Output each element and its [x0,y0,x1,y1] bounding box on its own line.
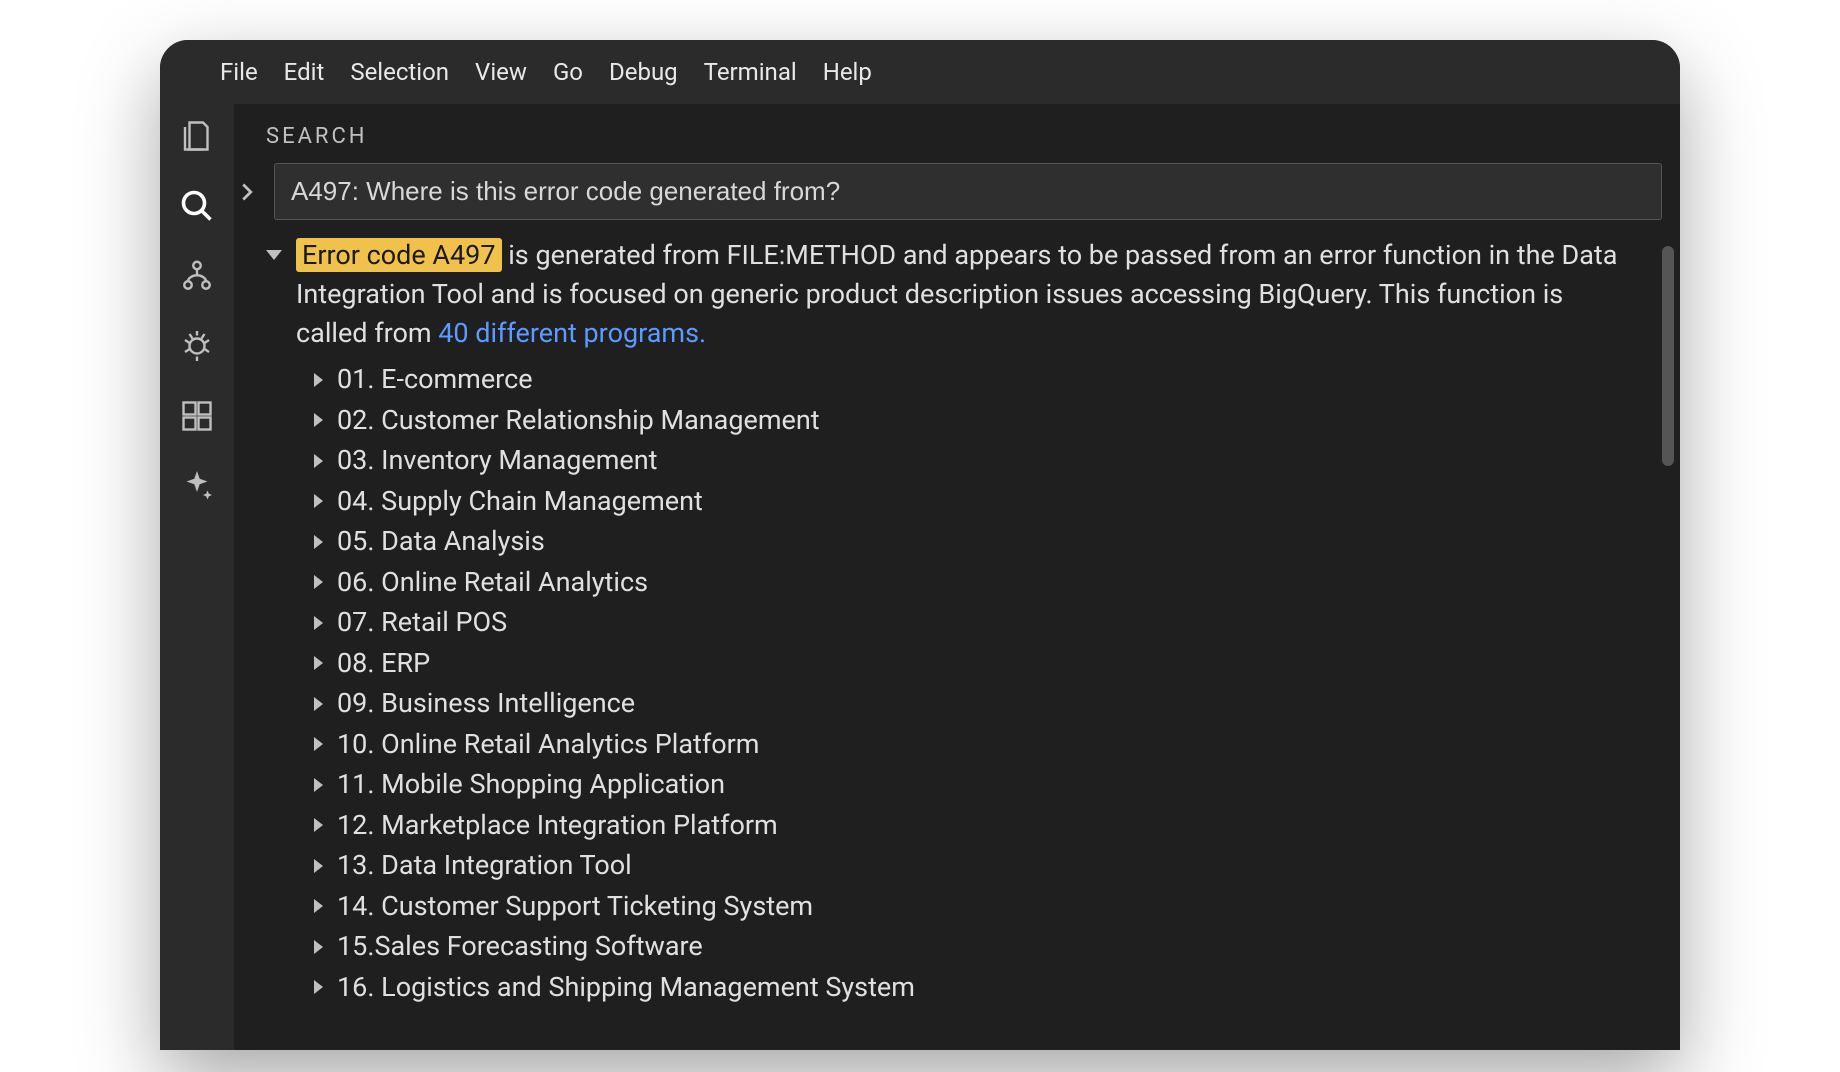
body-row: SEARCH Error code A497 is generated from… [160,104,1680,1050]
program-item[interactable]: 09. Business Intelligence [314,683,1656,724]
program-label: 03. Inventory Management [337,440,657,481]
menu-edit[interactable]: Edit [284,58,325,86]
program-label: 12. Marketplace Integration Platform [337,805,778,846]
program-label: 16. Logistics and Shipping Management Sy… [337,967,915,1008]
scrollbar[interactable] [1662,246,1674,466]
program-label: 06. Online Retail Analytics [337,562,648,603]
programs-link[interactable]: 40 different programs. [438,317,706,349]
program-item[interactable]: 13. Data Integration Tool [314,845,1656,886]
program-label: 02. Customer Relationship Management [337,400,820,441]
menu-selection[interactable]: Selection [350,58,449,86]
result-summary: Error code A497 is generated from FILE:M… [292,236,1626,353]
menubar: File Edit Selection View Go Debug Termin… [160,40,1680,104]
program-label: 09. Business Intelligence [337,683,635,724]
highlighted-term: Error code A497 [296,238,502,272]
program-item[interactable]: 04. Supply Chain Management [314,481,1656,522]
chevron-right-icon [314,980,323,994]
search-icon[interactable] [179,188,215,224]
sparkle-icon[interactable] [179,468,215,504]
program-item[interactable]: 15.Sales Forecasting Software [314,926,1656,967]
chevron-right-icon [314,413,323,427]
program-item[interactable]: 05. Data Analysis [314,521,1656,562]
chevron-right-icon [314,575,323,589]
menu-file[interactable]: File [220,58,258,86]
menu-terminal[interactable]: Terminal [704,58,797,86]
activity-bar [160,104,234,1050]
panel-title: SEARCH [234,104,1680,163]
chevron-right-icon [314,697,323,711]
program-label: 01. E-commerce [337,359,533,400]
program-item[interactable]: 14. Customer Support Ticketing System [314,886,1656,927]
program-item[interactable]: 07. Retail POS [314,602,1656,643]
chevron-right-icon [314,656,323,670]
program-item[interactable]: 11. Mobile Shopping Application [314,764,1656,805]
program-item[interactable]: 02. Customer Relationship Management [314,400,1656,441]
debug-icon[interactable] [179,328,215,364]
program-item[interactable]: 10. Online Retail Analytics Platform [314,724,1656,765]
collapse-icon[interactable] [266,250,282,260]
result-header[interactable]: Error code A497 is generated from FILE:M… [266,236,1656,353]
search-panel: SEARCH Error code A497 is generated from… [234,104,1680,1050]
program-list: 01. E-commerce02. Customer Relationship … [266,353,1656,1007]
program-label: 05. Data Analysis [337,521,545,562]
search-input[interactable] [274,163,1662,220]
menu-help[interactable]: Help [823,58,872,86]
program-item[interactable]: 03. Inventory Management [314,440,1656,481]
program-label: 13. Data Integration Tool [337,845,632,886]
chevron-right-icon [314,859,323,873]
editor-window: File Edit Selection View Go Debug Termin… [160,40,1680,1050]
program-item[interactable]: 16. Logistics and Shipping Management Sy… [314,967,1656,1008]
program-label: 11. Mobile Shopping Application [337,764,725,805]
program-item[interactable]: 06. Online Retail Analytics [314,562,1656,603]
menu-go[interactable]: Go [553,58,583,86]
program-label: 04. Supply Chain Management [337,481,703,522]
chevron-right-icon [314,778,323,792]
extensions-icon[interactable] [179,398,215,434]
program-label: 08. ERP [337,643,430,684]
search-row [234,163,1680,220]
chevron-right-icon [314,899,323,913]
program-item[interactable]: 12. Marketplace Integration Platform [314,805,1656,846]
menu-debug[interactable]: Debug [609,58,678,86]
program-item[interactable]: 01. E-commerce [314,359,1656,400]
explorer-icon[interactable] [179,118,215,154]
chevron-right-icon [314,454,323,468]
chevron-right-icon [314,616,323,630]
chevron-right-icon [314,818,323,832]
result-area: Error code A497 is generated from FILE:M… [234,220,1680,1050]
program-label: 14. Customer Support Ticketing System [337,886,813,927]
menu-view[interactable]: View [475,58,527,86]
program-label: 15.Sales Forecasting Software [337,926,703,967]
chevron-right-icon [314,940,323,954]
program-label: 10. Online Retail Analytics Platform [337,724,759,765]
program-item[interactable]: 08. ERP [314,643,1656,684]
source-control-icon[interactable] [179,258,215,294]
expand-toggle-icon[interactable] [240,182,264,202]
chevron-right-icon [314,737,323,751]
chevron-right-icon [314,494,323,508]
program-label: 07. Retail POS [337,602,507,643]
chevron-right-icon [314,535,323,549]
chevron-right-icon [314,373,323,387]
